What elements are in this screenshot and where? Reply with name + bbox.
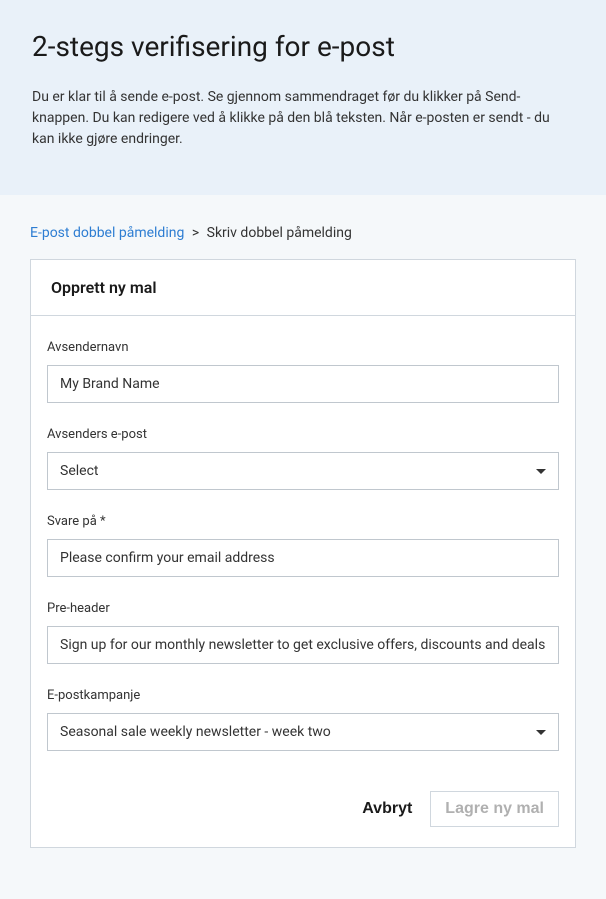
cancel-button[interactable]: Avbryt: [362, 800, 412, 818]
save-button[interactable]: Lagre ny mal: [430, 791, 559, 827]
form-group-sender-name: Avsendernavn: [47, 340, 559, 403]
breadcrumb-link[interactable]: E-post dobbel påmelding: [30, 225, 184, 241]
card-header: Opprett ny mal: [31, 260, 575, 316]
pre-header-label: Pre-header: [47, 601, 559, 616]
page-header: 2-stegs verifisering for e-post Du er kl…: [0, 0, 606, 195]
breadcrumb-current: Skriv dobbel påmelding: [207, 225, 352, 241]
email-campaign-select[interactable]: Seasonal sale weekly newsletter - week t…: [47, 713, 559, 751]
email-campaign-value: Seasonal sale weekly newsletter - week t…: [60, 724, 331, 740]
sender-email-label: Avsenders e-post: [47, 427, 559, 442]
form-group-pre-header: Pre-header: [47, 601, 559, 664]
caret-down-icon: [536, 469, 546, 474]
page-title: 2-stegs verifisering for e-post: [32, 30, 574, 63]
reply-to-input[interactable]: [47, 539, 559, 577]
pre-header-input[interactable]: [47, 626, 559, 664]
breadcrumb-separator: >: [192, 225, 199, 241]
email-campaign-label: E-postkampanje: [47, 688, 559, 703]
sender-name-label: Avsendernavn: [47, 340, 559, 355]
sender-email-value: Select: [60, 463, 98, 479]
sender-name-input[interactable]: [47, 365, 559, 403]
card-title: Opprett ny mal: [51, 278, 555, 297]
caret-down-icon: [536, 730, 546, 735]
form-group-sender-email: Avsenders e-post Select: [47, 427, 559, 490]
reply-to-label: Svare på *: [47, 514, 559, 529]
form-group-reply-to: Svare på *: [47, 514, 559, 577]
content-section: E-post dobbel påmelding > Skriv dobbel p…: [0, 195, 606, 878]
card-body: Avsendernavn Avsenders e-post Select Sva…: [31, 316, 575, 847]
form-card: Opprett ny mal Avsendernavn Avsenders e-…: [30, 259, 576, 848]
page-description: Du er klar til å sende e-post. Se gjenno…: [32, 87, 574, 150]
sender-email-select[interactable]: Select: [47, 452, 559, 490]
form-group-email-campaign: E-postkampanje Seasonal sale weekly news…: [47, 688, 559, 751]
button-row: Avbryt Lagre ny mal: [47, 791, 559, 827]
breadcrumb: E-post dobbel påmelding > Skriv dobbel p…: [30, 225, 576, 241]
